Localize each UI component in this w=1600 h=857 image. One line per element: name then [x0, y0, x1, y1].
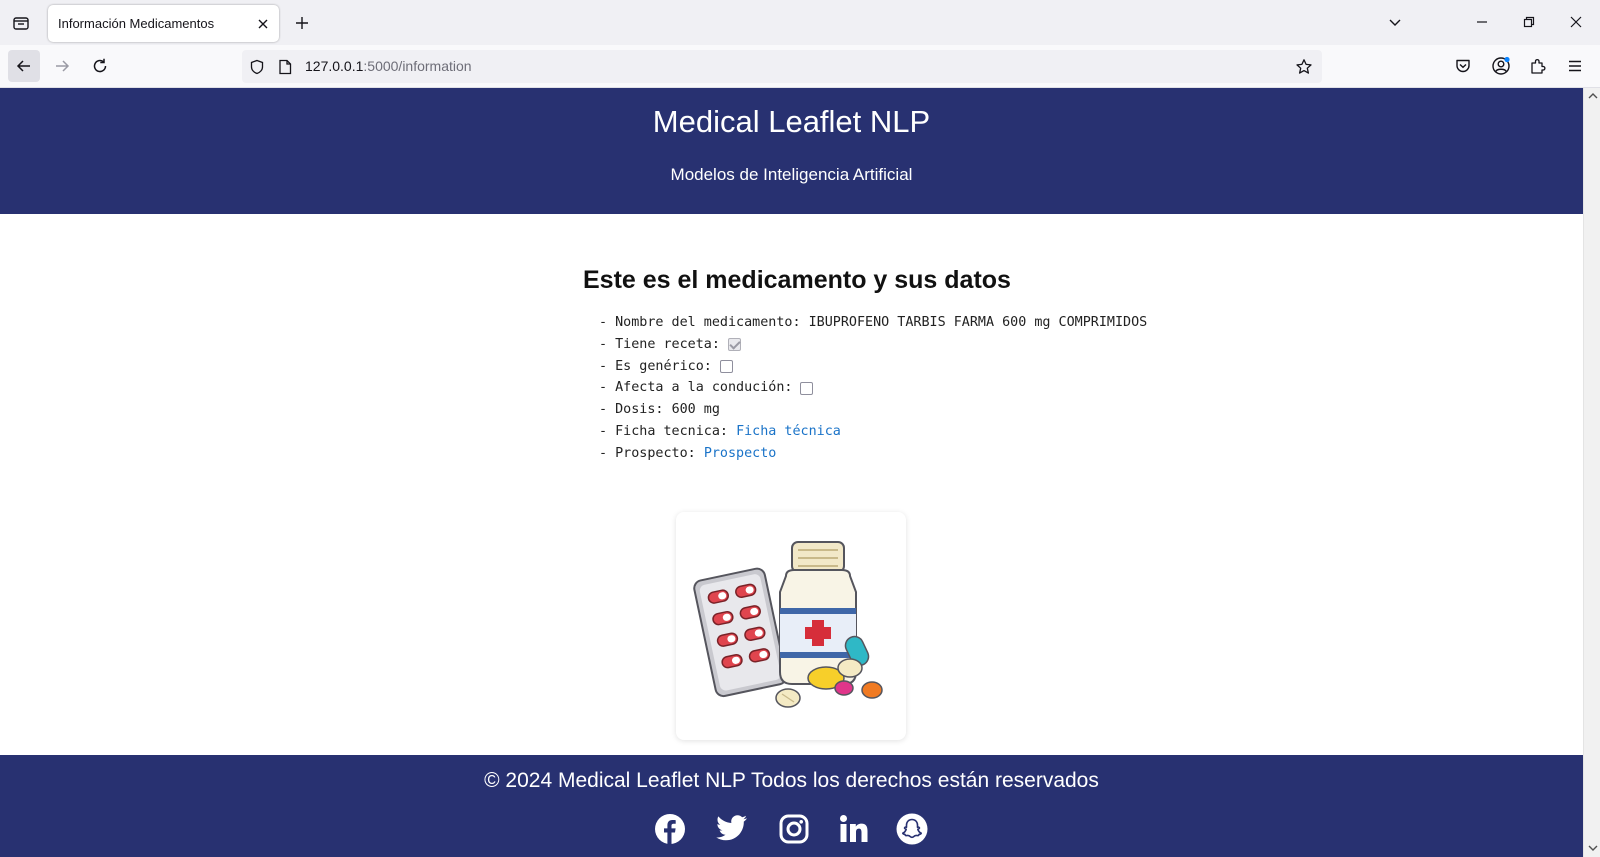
browser-tab-bar: Información Medicamentos	[0, 0, 1600, 45]
browser-nav-bar: 127.0.0.1:5000/information	[0, 45, 1600, 88]
detail-leaflet: - Prospecto: Prospecto	[599, 443, 1147, 465]
linkedin-icon[interactable]	[836, 811, 872, 847]
scroll-down-icon[interactable]	[1587, 842, 1598, 853]
section-title: Este es el medicamento y sus datos	[583, 266, 1011, 294]
shield-icon[interactable]	[247, 57, 267, 77]
snapchat-icon[interactable]	[894, 811, 930, 847]
detail-generic: - Es genérico:	[599, 356, 1147, 378]
driving-checkbox[interactable]	[800, 381, 814, 395]
tab-list-icon[interactable]	[8, 10, 34, 36]
minimize-icon[interactable]	[1467, 8, 1497, 36]
medicine-illustration	[693, 541, 883, 708]
pocket-icon[interactable]	[1447, 50, 1479, 82]
close-tab-icon[interactable]	[253, 14, 273, 34]
url-host: 127.0.0.1	[305, 58, 364, 74]
scroll-up-icon[interactable]	[1587, 90, 1598, 101]
close-window-icon[interactable]	[1561, 8, 1591, 36]
bookmark-star-icon[interactable]	[1294, 57, 1314, 77]
detail-leaflet-label: - Prospecto:	[599, 445, 704, 461]
menu-icon[interactable]	[1559, 50, 1591, 82]
detail-name: - Nombre del medicamento: IBUPROFENO TAR…	[599, 312, 1147, 334]
detail-dose-value: 600 mg	[671, 402, 720, 418]
account-icon[interactable]	[1485, 50, 1517, 82]
medicine-image-card	[676, 512, 906, 740]
extensions-icon[interactable]	[1522, 50, 1554, 82]
detail-prescription: - Tiene receta:	[599, 334, 1147, 356]
tab-title: Información Medicamentos	[58, 16, 215, 31]
restore-icon[interactable]	[1514, 8, 1544, 36]
forward-icon[interactable]	[46, 50, 78, 82]
facebook-icon[interactable]	[652, 811, 688, 847]
browser-tab[interactable]: Información Medicamentos	[48, 5, 279, 42]
prescription-checkbox[interactable]	[727, 338, 741, 352]
detail-driving-label: - Afecta a la condución:	[599, 380, 793, 396]
footer-copyright: © 2024 Medical Leaflet NLP Todos los der…	[484, 769, 1099, 792]
page-viewport: Medical Leaflet NLP Modelos de Inteligen…	[0, 88, 1583, 857]
twitter-icon[interactable]	[714, 811, 750, 847]
site-title: Medical Leaflet NLP	[652, 104, 931, 139]
instagram-icon[interactable]	[776, 811, 812, 847]
page-icon[interactable]	[275, 57, 295, 77]
detail-datasheet: - Ficha tecnica: Ficha técnica	[599, 421, 1147, 443]
detail-datasheet-label: - Ficha tecnica:	[599, 423, 737, 439]
address-bar[interactable]: 127.0.0.1:5000/information	[242, 50, 1322, 83]
generic-checkbox[interactable]	[719, 359, 733, 373]
site-footer: © 2024 Medical Leaflet NLP Todos los der…	[0, 755, 1583, 857]
detail-driving: - Afecta a la condución:	[599, 377, 1147, 399]
site-subtitle: Modelos de Inteligencia Artificial	[670, 165, 913, 184]
site-header: Medical Leaflet NLP Modelos de Inteligen…	[0, 88, 1583, 214]
detail-generic-label: - Es genérico:	[599, 358, 712, 374]
chevron-down-icon[interactable]	[1380, 8, 1410, 36]
back-icon[interactable]	[8, 50, 40, 82]
datasheet-link[interactable]: Ficha técnica	[736, 421, 841, 443]
reload-icon[interactable]	[84, 50, 116, 82]
detail-dose: - Dosis: 600 mg	[599, 399, 1147, 421]
detail-dose-label: - Dosis:	[599, 402, 672, 418]
url-text[interactable]: 127.0.0.1:5000/information	[305, 58, 472, 74]
url-path: :5000/information	[363, 58, 472, 74]
new-tab-icon[interactable]	[289, 10, 315, 36]
medicine-details: - Nombre del medicamento: IBUPROFENO TAR…	[599, 312, 1147, 465]
leaflet-link[interactable]: Prospecto	[704, 443, 777, 465]
detail-name-value: IBUPROFENO TARBIS FARMA 600 mg COMPRIMID…	[808, 315, 1148, 330]
detail-prescription-label: - Tiene receta:	[599, 336, 720, 352]
page-scrollbar[interactable]	[1583, 88, 1600, 857]
detail-name-label: - Nombre del medicamento:	[599, 315, 809, 330]
